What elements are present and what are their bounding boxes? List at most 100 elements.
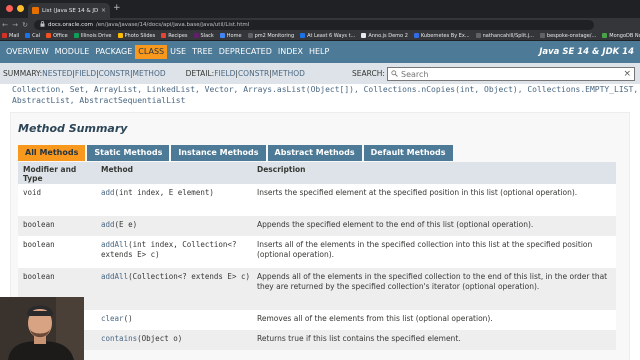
- search-label: SEARCH:: [352, 69, 385, 78]
- tab-all-methods[interactable]: All Methods: [18, 145, 86, 161]
- bookmark-item[interactable]: Office: [46, 33, 68, 39]
- bookmark-favicon-icon: [247, 33, 253, 38]
- method-params: (E e): [114, 220, 138, 229]
- bookmark-favicon-icon: [25, 33, 31, 38]
- bookmark-item[interactable]: pm2 Monitoring: [247, 33, 294, 39]
- detail-link-field[interactable]: FIELD: [214, 69, 235, 78]
- tab-default-methods[interactable]: Default Methods: [363, 145, 453, 161]
- method-signature: clear(): [96, 314, 252, 330]
- nav-overview[interactable]: OVERVIEW: [3, 45, 52, 59]
- bookmark-item[interactable]: Kubernetes By Ex...: [413, 33, 470, 39]
- webcam-overlay: [0, 297, 84, 360]
- method-name-link[interactable]: addAll: [101, 272, 128, 281]
- method-name-link[interactable]: add: [101, 220, 115, 229]
- bookmark-favicon-icon: [2, 33, 7, 38]
- bookmark-favicon-icon: [602, 33, 608, 38]
- detail-link-method[interactable]: METHOD: [272, 69, 305, 78]
- tab-abstract-methods[interactable]: Abstract Methods: [267, 145, 362, 161]
- bookmark-label: Office: [53, 32, 68, 39]
- clear-search-icon[interactable]: ×: [623, 69, 631, 79]
- detail-link-constr[interactable]: CONSTR: [238, 69, 269, 78]
- bookmark-favicon-icon: [193, 33, 199, 38]
- bookmark-item[interactable]: Slack: [193, 33, 214, 39]
- browser-tab[interactable]: List (Java SE 14 & JDK 14) ×: [28, 3, 110, 18]
- minimize-window-button[interactable]: [17, 5, 24, 12]
- bookmark-item[interactable]: bespoke-onstage/...: [539, 32, 597, 39]
- reload-icon[interactable]: ↻: [20, 21, 30, 29]
- bookmark-label: Mail: [9, 32, 20, 39]
- search-input[interactable]: [401, 69, 621, 79]
- nav-tree[interactable]: TREE: [189, 45, 216, 59]
- bookmark-item[interactable]: Recipes: [161, 33, 188, 39]
- detail-label: DETAIL:: [185, 69, 215, 78]
- java-favicon-icon: [32, 7, 39, 14]
- bookmark-item[interactable]: Illinois Drive: [73, 32, 112, 39]
- summary-link-constr[interactable]: CONSTR: [99, 69, 130, 78]
- method-summary-title: Method Summary: [18, 122, 128, 135]
- bookmark-item[interactable]: Cal: [25, 33, 40, 39]
- column-header-description: Description: [257, 165, 306, 174]
- summary-link-field[interactable]: FIELD: [75, 69, 96, 78]
- summary-link-method[interactable]: METHOD: [133, 69, 166, 78]
- bookmark-favicon-icon: [219, 33, 225, 38]
- bookmark-item[interactable]: Photo Slides: [117, 33, 155, 39]
- nav-module[interactable]: MODULE: [52, 45, 93, 59]
- return-type: boolean: [23, 240, 55, 249]
- method-name-link[interactable]: addAll: [101, 240, 128, 249]
- method-description: Returns true if this list contains the s…: [257, 334, 461, 343]
- bookmark-item[interactable]: At Least 6 Ways t...: [300, 33, 355, 39]
- method-params: (int index, E element): [114, 188, 214, 197]
- bookmark-label: bespoke-onstage/...: [546, 32, 597, 39]
- new-tab-button[interactable]: +: [113, 3, 121, 14]
- forward-arrow-icon[interactable]: →: [10, 21, 20, 29]
- bookmark-item[interactable]: MongoDB Node.js...: [602, 33, 640, 39]
- nav-index[interactable]: INDEX: [275, 45, 306, 59]
- method-signature: contains(Object o): [96, 334, 252, 350]
- close-window-button[interactable]: [6, 5, 13, 12]
- product-brand: Java SE 14 & JDK 14: [539, 47, 634, 57]
- nav-package[interactable]: PACKAGE: [92, 45, 135, 59]
- table-row: boolean add(E e) Appends the specified ele…: [18, 216, 616, 236]
- nav-help[interactable]: HELP: [306, 45, 332, 59]
- bookmark-favicon-icon: [161, 33, 167, 38]
- back-arrow-icon[interactable]: ←: [0, 21, 10, 29]
- summary-link-nested[interactable]: NESTED: [42, 69, 72, 78]
- implementing-line-2[interactable]: AbstractList, AbstractSequentialList: [12, 95, 638, 106]
- address-bar: ← → ↻ docs.oracle.com/en/java/javase/14/…: [0, 18, 640, 31]
- bookmark-item[interactable]: nathancahill/Split.j...: [475, 33, 534, 39]
- method-name-link[interactable]: clear: [101, 314, 124, 323]
- bookmark-item[interactable]: Mail: [2, 33, 19, 39]
- bookmark-favicon-icon: [475, 33, 481, 38]
- bookmark-label: Cal: [32, 32, 41, 39]
- search-icon: [391, 69, 398, 79]
- nav-class[interactable]: CLASS: [135, 45, 168, 59]
- url-host: docs.oracle.com: [48, 21, 93, 28]
- close-tab-icon[interactable]: ×: [101, 7, 106, 14]
- bookmark-label: At Least 6 Ways t...: [307, 32, 356, 39]
- bookmark-item[interactable]: Home: [219, 32, 242, 39]
- method-description: Removes all of the elements from this li…: [257, 314, 493, 323]
- nav-use[interactable]: USE: [167, 45, 189, 59]
- table-row: booleancontains(Object o)Returns true if…: [18, 330, 616, 350]
- nav-deprecated[interactable]: DEPRECATED: [216, 45, 275, 59]
- return-type: void: [23, 188, 42, 197]
- method-name-link[interactable]: add: [101, 188, 115, 197]
- bookmark-favicon-icon: [413, 33, 419, 38]
- table-row: void add(int index, E element) Inserts the…: [18, 184, 616, 216]
- bookmark-item[interactable]: Anno.js Demo 2: [361, 33, 408, 39]
- browser-tab-title: List (Java SE 14 & JDK 14): [42, 7, 98, 14]
- method-name-link[interactable]: contains: [101, 334, 137, 343]
- bookmark-label: Illinois Drive: [80, 32, 112, 39]
- tab-static-methods[interactable]: Static Methods: [87, 145, 170, 161]
- implementing-classes: Collection, Set, ArrayList, LinkedList, …: [12, 84, 638, 106]
- tab-instance-methods[interactable]: Instance Methods: [171, 145, 266, 161]
- url-field[interactable]: docs.oracle.com/en/java/javase/14/docs/a…: [34, 19, 594, 30]
- bookmark-favicon-icon: [46, 33, 52, 38]
- summary-label: SUMMARY:: [3, 69, 43, 78]
- method-signature: add(E e): [96, 220, 252, 236]
- table-row: boolean addAll(Collection<? extends E> c)…: [18, 268, 616, 310]
- method-params: (Collection<? extends E> c): [128, 272, 251, 281]
- bookmark-label: Home: [226, 32, 242, 39]
- implementing-line-1[interactable]: Collection, Set, ArrayList, LinkedList, …: [12, 84, 638, 95]
- bookmark-favicon-icon: [300, 33, 306, 38]
